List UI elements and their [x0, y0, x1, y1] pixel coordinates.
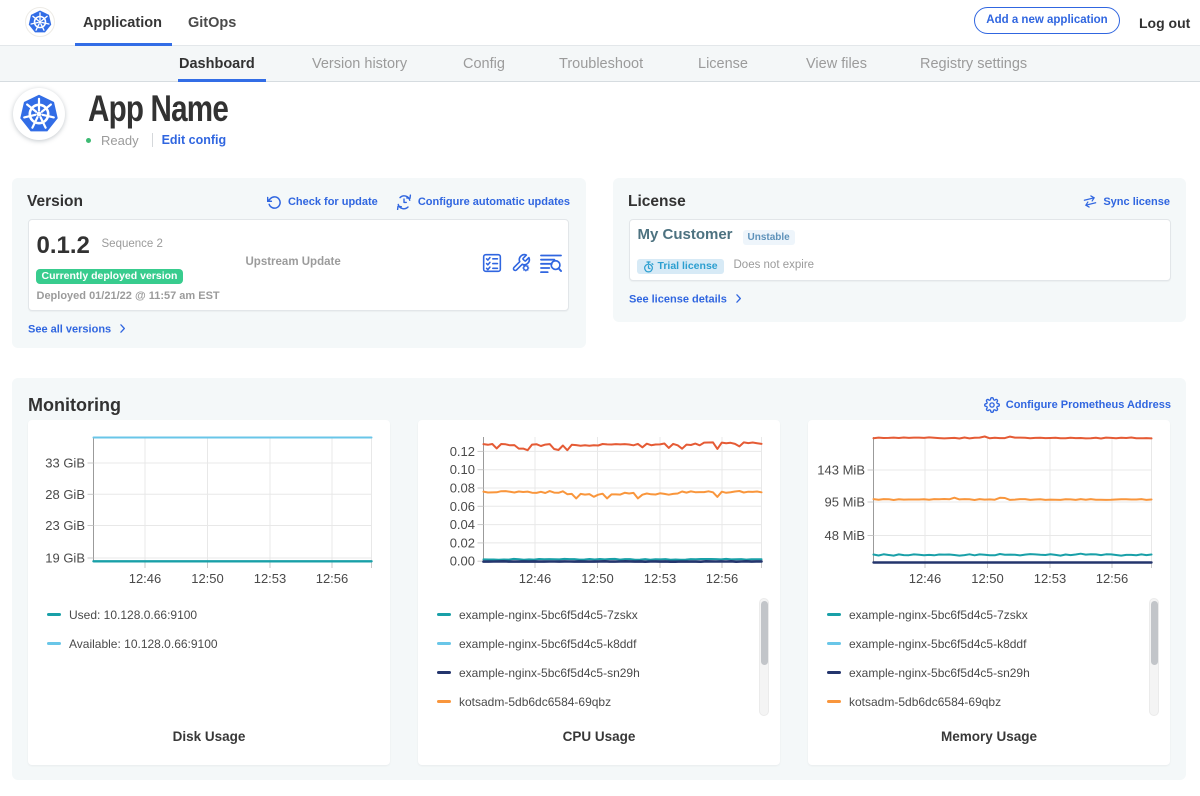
svg-text:12:50: 12:50 [581, 571, 614, 586]
svg-text:48 MiB: 48 MiB [825, 528, 865, 543]
svg-text:0.00: 0.00 [450, 554, 475, 569]
svg-text:12:50: 12:50 [191, 571, 224, 586]
svg-text:0.10: 0.10 [450, 462, 475, 477]
svg-text:12:53: 12:53 [1034, 571, 1067, 586]
svg-text:12:46: 12:46 [519, 571, 552, 586]
svg-text:12:46: 12:46 [909, 571, 942, 586]
svg-text:95 MiB: 95 MiB [825, 495, 865, 510]
svg-text:12:53: 12:53 [254, 571, 287, 586]
svg-text:12:53: 12:53 [644, 571, 677, 586]
svg-text:0.08: 0.08 [450, 481, 475, 496]
svg-text:23 GiB: 23 GiB [45, 518, 85, 533]
svg-text:0.12: 0.12 [450, 444, 475, 459]
svg-text:12:56: 12:56 [1096, 571, 1129, 586]
svg-text:12:46: 12:46 [129, 571, 162, 586]
svg-text:0.04: 0.04 [450, 517, 475, 532]
svg-text:0.06: 0.06 [450, 499, 475, 514]
svg-text:0.02: 0.02 [450, 535, 475, 550]
svg-text:12:56: 12:56 [706, 571, 739, 586]
svg-text:28 GiB: 28 GiB [45, 487, 85, 502]
svg-text:12:50: 12:50 [971, 571, 1004, 586]
svg-text:12:56: 12:56 [316, 571, 349, 586]
svg-text:143 MiB: 143 MiB [817, 463, 865, 478]
svg-text:33 GiB: 33 GiB [45, 456, 85, 471]
svg-text:19 GiB: 19 GiB [45, 551, 85, 566]
